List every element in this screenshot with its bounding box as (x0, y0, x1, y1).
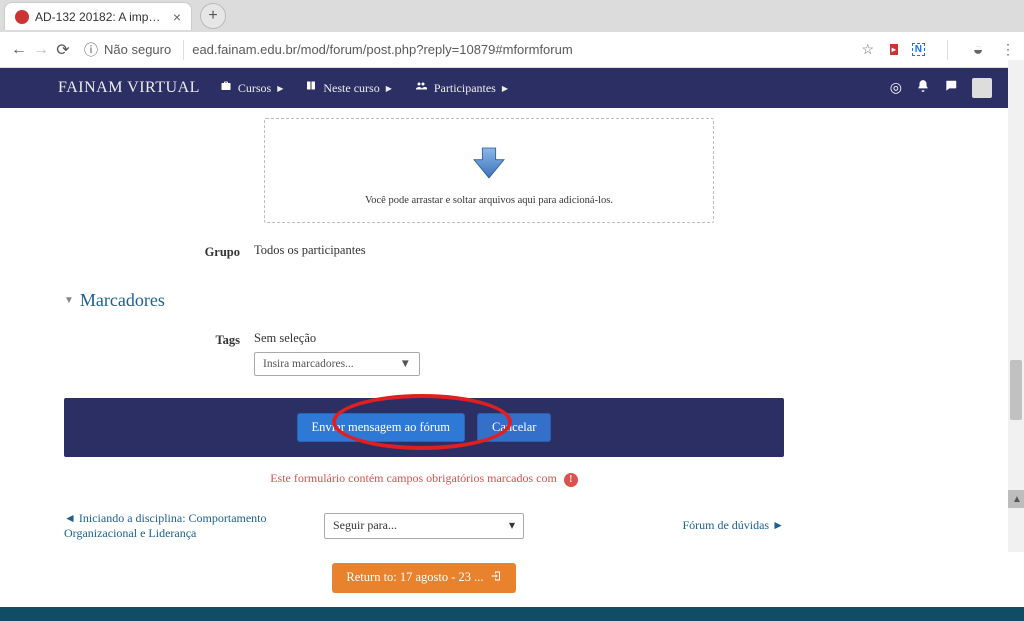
group-label: Grupo (64, 243, 254, 260)
nav-participants-label: Participantes (434, 81, 496, 96)
url-text[interactable]: ead.fainam.edu.br/mod/forum/post.php?rep… (192, 42, 852, 57)
n-extension-icon[interactable]: N (912, 43, 925, 56)
sign-in-icon (490, 570, 502, 586)
tags-label: Tags (64, 331, 254, 348)
brand-title[interactable]: FAINAM VIRTUAL (58, 79, 200, 97)
tab-close-icon[interactable]: × (173, 9, 181, 25)
required-icon: ! (564, 473, 578, 487)
tab-bar: AD-132 20182: A importância d × + (0, 0, 1024, 32)
star-icon[interactable]: ☆ (860, 42, 876, 58)
tab-favicon (15, 10, 29, 24)
browser-tab[interactable]: AD-132 20182: A importância d × (4, 2, 192, 30)
markers-title[interactable]: Marcadores (80, 290, 165, 311)
tags-row: Tags Sem seleção Insira marcadores... ▼ (64, 331, 784, 376)
forward-button[interactable]: → (30, 41, 52, 59)
nav-courses-label: Cursos (238, 81, 271, 96)
collapse-triangle-icon: ▼ (64, 295, 74, 306)
pdf-extension-icon[interactable]: ▸ (890, 44, 898, 55)
tab-title: AD-132 20182: A importância d (35, 10, 167, 24)
next-activity-link[interactable]: Fórum de dúvidas ► (564, 518, 784, 533)
address-bar: ← → ⟳ ⓘ Não seguro ead.fainam.edu.br/mod… (0, 32, 1024, 68)
account-icon[interactable]: ◒ (970, 42, 986, 58)
dropzone-hint: Você pode arrastar e soltar arquivos aqu… (275, 195, 703, 206)
footer-strip (0, 607, 1024, 621)
caret-right-icon: ▶ (502, 84, 508, 93)
tags-no-selection: Sem seleção (254, 331, 420, 346)
bell-icon[interactable] (916, 79, 930, 98)
nav-this-course-label: Neste curso (323, 81, 379, 96)
briefcase-icon (220, 80, 232, 96)
download-arrow-icon (469, 143, 509, 183)
separator (183, 40, 184, 60)
jump-placeholder: Seguir para... (333, 518, 397, 533)
cancel-button[interactable]: Cancelar (477, 413, 551, 442)
site-info-icon[interactable]: ⓘ (84, 40, 98, 60)
return-button-label: Return to: 17 agosto - 23 ... (346, 570, 483, 585)
markers-section-header[interactable]: ▼ Marcadores (64, 290, 784, 311)
tags-placeholder: Insira marcadores... (263, 358, 354, 370)
target-icon[interactable]: ◎ (890, 80, 902, 97)
insecure-label: Não seguro (104, 42, 171, 57)
caret-right-icon: ▶ (386, 84, 392, 93)
reload-button[interactable]: ⟳ (52, 40, 74, 60)
action-bar: Enviar mensagem ao fórum Cancelar (64, 398, 784, 457)
return-button[interactable]: Return to: 17 agosto - 23 ... (332, 563, 515, 593)
menu-icon[interactable]: ⋮ (1000, 42, 1016, 58)
nav-courses[interactable]: Cursos ▶ (220, 80, 284, 96)
browser-chrome: AD-132 20182: A importância d × + ← → ⟳ … (0, 0, 1024, 68)
vertical-scrollbar[interactable]: ▲ (1008, 60, 1024, 552)
chevron-down-icon: ▾ (509, 518, 515, 533)
nav-this-course[interactable]: Neste curso ▶ (305, 80, 391, 96)
people-icon (414, 80, 428, 96)
jump-to-select[interactable]: Seguir para... ▾ (324, 513, 524, 539)
scrollbar-thumb[interactable] (1010, 360, 1022, 420)
separator (947, 40, 948, 60)
chat-icon[interactable] (944, 79, 958, 98)
submit-button[interactable]: Enviar mensagem ao fórum (297, 413, 466, 442)
tags-select[interactable]: Insira marcadores... ▼ (254, 352, 420, 376)
prev-activity-link[interactable]: ◄ Iniciando a disciplina: Comportamento … (64, 511, 284, 541)
user-avatar[interactable] (972, 78, 992, 98)
group-row: Grupo Todos os participantes (64, 243, 784, 260)
group-value: Todos os participantes (254, 243, 366, 258)
required-fields-note: Este formulário contém campos obrigatóri… (64, 471, 784, 487)
file-dropzone[interactable]: Você pode arrastar e soltar arquivos aqu… (264, 118, 714, 223)
scroll-to-top-button[interactable]: ▲ (1008, 490, 1024, 508)
page-body: Você pode arrastar e soltar arquivos aqu… (0, 118, 1024, 593)
caret-right-icon: ▶ (277, 84, 283, 93)
app-navbar: FAINAM VIRTUAL Cursos ▶ Neste curso ▶ Pa… (0, 68, 1024, 108)
new-tab-button[interactable]: + (200, 3, 226, 29)
activity-nav-row: ◄ Iniciando a disciplina: Comportamento … (64, 511, 784, 541)
back-button[interactable]: ← (8, 41, 30, 59)
chevron-down-icon: ▼ (400, 358, 411, 370)
nav-participants[interactable]: Participantes ▶ (414, 80, 508, 96)
book-icon (305, 80, 317, 96)
